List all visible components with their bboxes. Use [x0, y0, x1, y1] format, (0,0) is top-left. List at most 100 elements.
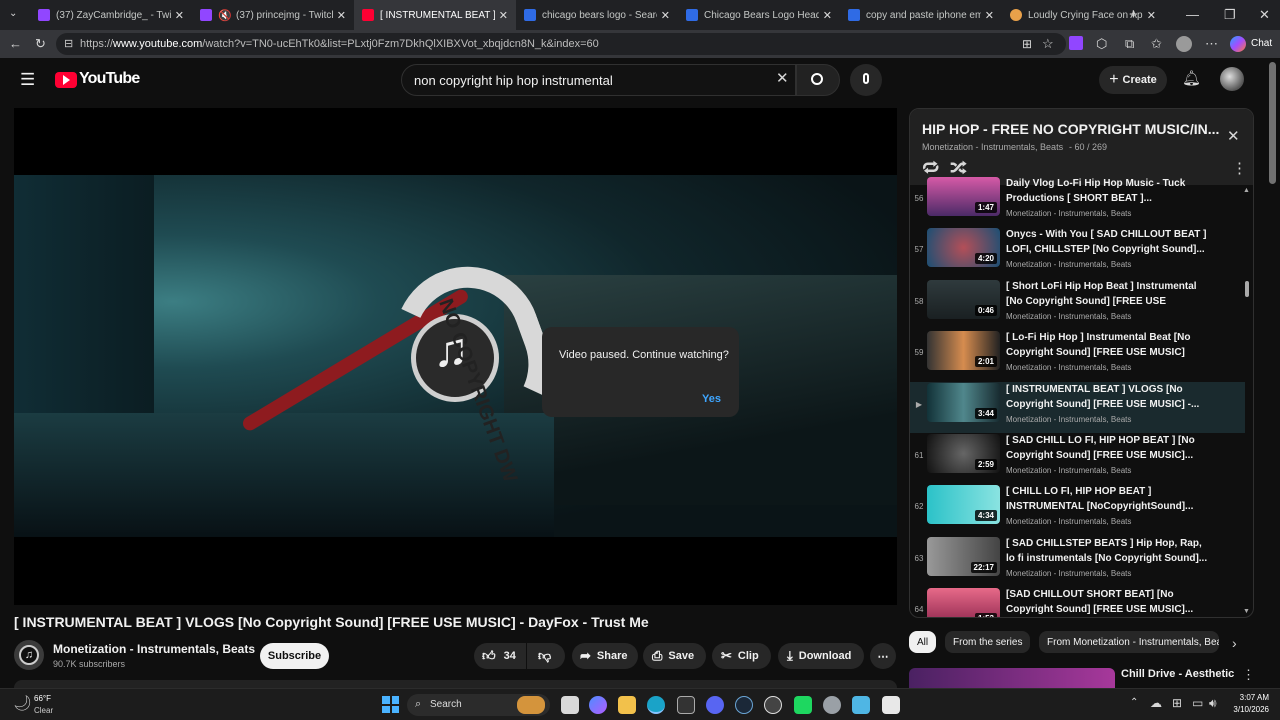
start-button[interactable] [382, 696, 399, 713]
chip-from-series[interactable]: From the series [945, 631, 1031, 653]
file-explorer-icon[interactable] [618, 696, 636, 714]
site-info-icon[interactable]: ⊟ [64, 37, 73, 50]
copilot-icon[interactable] [1230, 36, 1246, 52]
chip-all[interactable]: All [909, 631, 937, 653]
app-available-icon[interactable]: ⊞ [1022, 38, 1032, 50]
playlist-item[interactable]: 64 1:53 [SAD CHILLOUT SHORT BEAT] [No Copy… [910, 587, 1245, 617]
more-options-icon[interactable]: ⋯ [1205, 37, 1218, 50]
close-window-icon[interactable]: ✕ [1259, 8, 1270, 21]
share-button[interactable]: ➦ Share [572, 643, 638, 669]
playlist-item[interactable]: 62 4:34 [ CHILL LO FI, HIP HOP BEAT ] INST… [910, 484, 1245, 535]
playlist-item[interactable]: 59 2:01 [ Lo-Fi Hip Hop ] Instrumental Bea… [910, 330, 1245, 381]
download-button[interactable]: ⤓ Download [778, 643, 864, 669]
restore-window-icon[interactable]: ❐ [1224, 8, 1236, 21]
clock-time[interactable]: 3:07 AM [1222, 693, 1269, 702]
playlist-item[interactable]: 61 2:59 [ SAD CHILL LO FI, HIP HOP BEAT ] … [910, 433, 1245, 484]
favorite-star-icon[interactable]: ☆ [1042, 37, 1054, 50]
close-tab-icon[interactable]: ✕ [499, 9, 508, 22]
browser-tab[interactable]: 🔇 (37) princejmg - Twitch ✕ [192, 0, 354, 30]
clear-search-icon[interactable]: ✕ [776, 71, 789, 86]
close-tab-icon[interactable]: ✕ [175, 9, 184, 22]
network-icon[interactable]: ⊞ [1172, 697, 1182, 709]
playlist-item[interactable]: 63 22:17 [ SAD CHILLSTEP BEATS ] Hip Hop, … [910, 536, 1245, 587]
address-bar[interactable]: ⊟ https://www.youtube.com/watch?v=TN0-uc… [56, 33, 1066, 55]
twitch-extension-icon[interactable] [1069, 36, 1083, 50]
playlist-owner[interactable]: Monetization - Instrumentals, Beats [922, 142, 1063, 152]
channel-avatar[interactable]: ♫ [14, 640, 44, 670]
browser-tab[interactable]: copy and paste iphone emoji ✕ [840, 0, 1002, 30]
youtube-logo-icon[interactable] [55, 72, 77, 88]
chat-label[interactable]: Chat [1251, 39, 1272, 49]
save-button[interactable]: ⎙ Save [643, 643, 706, 669]
channel-name[interactable]: Monetization - Instrumentals, Beats [53, 642, 255, 656]
playlist-item[interactable]: 56 1:47 Daily Vlog Lo-Fi Hip Hop Music - T… [910, 176, 1245, 227]
weather-temp[interactable]: 66°F [34, 694, 51, 703]
loop-playlist-icon[interactable]: 🔁︎ [922, 160, 939, 177]
taskbar-search-box[interactable]: ⌕ Search [407, 694, 550, 716]
edge-browser-icon[interactable] [647, 696, 665, 714]
xbox-app-icon[interactable] [794, 696, 812, 714]
onedrive-icon[interactable]: ☁︎ [1150, 697, 1162, 709]
split-screen-icon[interactable]: ⧉ [1125, 37, 1134, 50]
chips-next-icon[interactable]: › [1232, 636, 1237, 650]
recommendation-menu-icon[interactable]: ⋮ [1242, 668, 1255, 681]
close-tab-icon[interactable]: ✕ [985, 9, 994, 22]
playlist-item[interactable]: 58 0:46 [ Short LoFi Hip Hop Beat ] Instru… [910, 279, 1245, 330]
close-tab-icon[interactable]: ✕ [1147, 9, 1156, 22]
clock-date[interactable]: 3/10/2026 [1222, 705, 1269, 714]
profile-avatar-icon[interactable] [1176, 36, 1192, 52]
shuffle-icon[interactable]: 🔀︎ [950, 160, 967, 177]
playlist-item[interactable]: 57 4:20 Onycs - With You [ SAD CHILLOUT BE… [910, 227, 1245, 278]
snipping-tool-icon[interactable] [852, 696, 870, 714]
page-scrollbar-thumb[interactable] [1269, 62, 1276, 184]
volume-icon[interactable]: 🔊︎ [1209, 697, 1217, 709]
playlist-item-current[interactable]: ▶ 3:44 [ INSTRUMENTAL BEAT ] VLOGS [No Cop… [910, 381, 1245, 433]
new-tab-button[interactable]: + [1129, 7, 1138, 22]
weather-icon[interactable]: 🌙︎ [13, 696, 32, 711]
notifications-bell-icon[interactable]: 🔔︎ [1182, 71, 1201, 86]
tab-list-icon[interactable]: ⌄ [9, 9, 17, 19]
weather-text[interactable]: Clear [34, 706, 53, 715]
playlist-menu-icon[interactable]: ⋮ [1232, 161, 1247, 176]
steam-icon[interactable] [735, 696, 753, 714]
refresh-icon[interactable]: ↻ [35, 37, 46, 50]
voice-search-button[interactable] [850, 64, 882, 96]
browser-tab-active[interactable]: [ INSTRUMENTAL BEAT ] VLOGS ✕ [354, 0, 516, 30]
back-icon[interactable]: ← [9, 37, 22, 50]
display-icon[interactable]: ▭ [1192, 697, 1203, 709]
search-button[interactable] [796, 64, 840, 96]
browser-tab[interactable]: Chicago Bears Logo Head Tra ✕ [678, 0, 840, 30]
account-avatar[interactable] [1220, 67, 1244, 91]
terminal-icon[interactable] [882, 696, 900, 714]
speaker-muted-icon[interactable]: 🔇 [218, 9, 232, 22]
clip-button[interactable]: ✂ Clip [712, 643, 771, 669]
search-input[interactable]: non copyright hip hop instrumental [401, 64, 796, 96]
minimize-window-icon[interactable]: — [1186, 8, 1199, 21]
video-player[interactable]: ♫ NO COPYRIGHT DW [14, 108, 897, 605]
playlist-scroll-up-icon[interactable]: ▲ [1243, 187, 1250, 194]
store-icon[interactable] [677, 696, 695, 714]
settings-gear-icon[interactable] [823, 696, 841, 714]
extensions-icon[interactable]: ⬡ [1096, 37, 1107, 50]
chip-from-channel[interactable]: From Monetization - Instrumentals, Beats [1039, 631, 1219, 653]
close-tab-icon[interactable]: ✕ [661, 9, 670, 22]
discord-icon[interactable] [706, 696, 724, 714]
subscribe-button[interactable]: Subscribe [260, 643, 329, 669]
browser-tab[interactable]: chicago bears logo - Search ✕ [516, 0, 678, 30]
dislike-button[interactable]: 👎︎ [527, 643, 565, 669]
copilot-taskbar-icon[interactable] [589, 696, 607, 714]
browser-tab[interactable]: Loudly Crying Face on Apple ✕ [1002, 0, 1164, 30]
obs-icon[interactable] [764, 696, 782, 714]
create-button[interactable]: + Create [1099, 66, 1167, 94]
browser-tab[interactable]: (37) ZayCambridge_ - Twitch ✕ [30, 0, 192, 30]
recommendation-thumbnail[interactable] [909, 668, 1115, 688]
like-button[interactable]: 👍︎ 34 [474, 643, 526, 669]
favorites-icon[interactable]: ✩ [1151, 37, 1162, 50]
playlist-title[interactable]: HIP HOP - FREE NO COPYRIGHT MUSIC/IN... [922, 121, 1219, 137]
close-playlist-icon[interactable]: ✕ [1227, 129, 1240, 144]
close-tab-icon[interactable]: ✕ [337, 9, 346, 22]
close-tab-icon[interactable]: ✕ [823, 9, 832, 22]
youtube-logo-text[interactable]: YouTube [79, 70, 140, 88]
more-actions-button[interactable]: ⋯ [870, 643, 896, 669]
task-view-icon[interactable] [561, 696, 579, 714]
